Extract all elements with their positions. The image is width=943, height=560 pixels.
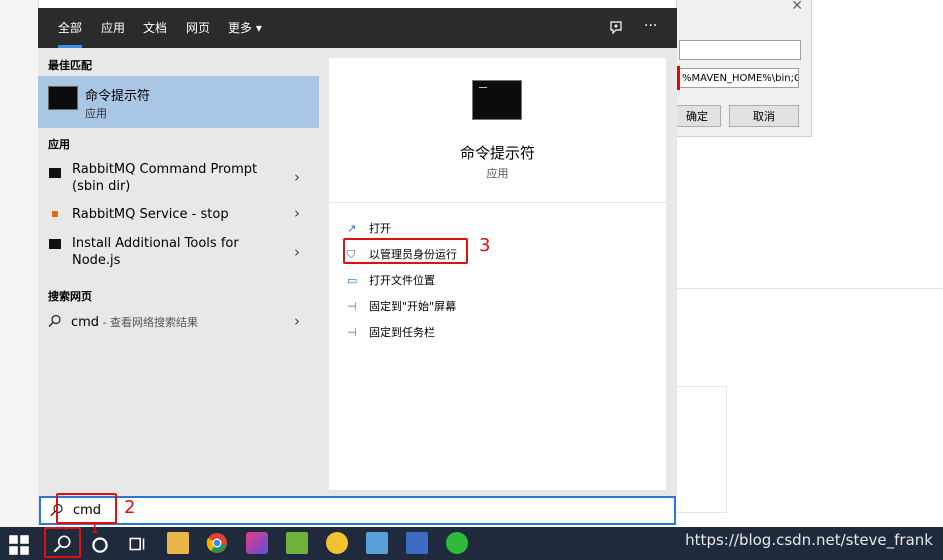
- watermark-text: https://blog.csdn.net/steve_frank: [685, 531, 933, 549]
- console-app-icon: [49, 239, 61, 249]
- more-options-icon[interactable]: ···: [644, 18, 657, 34]
- preview-subtitle: 应用: [486, 167, 509, 180]
- background-card: [676, 386, 727, 513]
- pin-icon: ⊣: [347, 300, 357, 313]
- action-open-file-location[interactable]: ▭ 打开文件位置: [347, 272, 435, 288]
- chevron-down-icon: ▾: [255, 21, 262, 35]
- dialog-close-icon[interactable]: ✕: [791, 0, 803, 14]
- preview-pane: 命令提示符 应用 ↗ 打开 ⛉ 以管理员身份运行 ▭ 打开文件位置 ⊣ 固定到"开始"屏…: [329, 58, 666, 492]
- annotation-number-3: 3: [479, 235, 491, 256]
- notepad-icon[interactable]: [286, 532, 308, 554]
- chevron-right-icon[interactable]: ›: [294, 312, 300, 330]
- preview-title: 命令提示符: [459, 144, 535, 162]
- tab-more-label: 更多: [228, 21, 253, 35]
- list-item[interactable]: RabbitMQ Command Prompt (sbin dir) ›: [38, 160, 319, 200]
- cmd-app-icon: [48, 86, 78, 110]
- var-value-field[interactable]: %MAVEN_HOME%\bin;C:\: [679, 68, 799, 88]
- control-panel-icon[interactable]: [366, 532, 388, 554]
- annotation-mark: [677, 66, 680, 90]
- web-search-hint: - 查看网络搜索结果: [99, 316, 199, 329]
- list-item[interactable]: Install Additional Tools for Node.js ›: [38, 235, 319, 275]
- env-var-dialog: ✕ %MAVEN_HOME%\bin;C:\ 确定 取消: [673, 0, 812, 137]
- console-app-icon: [49, 168, 61, 178]
- best-match-title: 命令提示符: [85, 89, 151, 104]
- best-match-item[interactable]: 命令提示符 应用: [38, 76, 319, 128]
- apps-header: 应用: [48, 138, 70, 151]
- wechat-icon[interactable]: [446, 532, 468, 554]
- chrome-icon[interactable]: [206, 532, 228, 554]
- web-search-term: cmd: [71, 315, 100, 330]
- feedback-icon[interactable]: [608, 20, 624, 36]
- taskbar: 1 https://blog.csdn.net/steve_frank: [0, 521, 943, 560]
- action-pin-to-taskbar[interactable]: ⊣ 固定到任务栏: [347, 324, 435, 340]
- action-label: 固定到任务栏: [369, 326, 435, 339]
- action-label: 打开: [369, 222, 391, 235]
- results-list: 最佳匹配 命令提示符 应用 应用 RabbitMQ Command Prompt…: [38, 48, 319, 496]
- chevron-right-icon[interactable]: ›: [294, 243, 300, 261]
- action-pin-to-start[interactable]: ⊣ 固定到"开始"屏幕: [347, 298, 456, 314]
- app-name-line2: (sbin dir): [72, 179, 131, 194]
- tab-apps[interactable]: 应用: [101, 8, 125, 48]
- action-open[interactable]: ↗ 打开: [347, 220, 391, 236]
- chevron-right-icon[interactable]: ›: [294, 168, 300, 186]
- filter-tab-bar: 全部 应用 文档 网页 更多 ▾ ···: [38, 8, 677, 48]
- task-view-icon[interactable]: [127, 533, 149, 555]
- app-name-line2: Node.js: [72, 253, 121, 268]
- action-label: 固定到"开始"屏幕: [369, 300, 457, 313]
- web-search-item[interactable]: cmd - 查看网络搜索结果 ›: [38, 311, 319, 333]
- web-search-header: 搜索网页: [48, 290, 92, 303]
- file-explorer-icon[interactable]: [167, 532, 189, 554]
- tab-web[interactable]: 网页: [186, 8, 210, 48]
- cmd-large-icon: [472, 80, 522, 120]
- cortana-icon[interactable]: [89, 533, 111, 555]
- open-icon: ↗: [347, 222, 357, 235]
- action-label: 打开文件位置: [369, 274, 435, 287]
- preview-divider: [329, 202, 666, 203]
- rabbitmq-icon: [52, 211, 58, 217]
- background-window-left: [0, 0, 39, 527]
- list-item[interactable]: RabbitMQ Service - stop ›: [38, 204, 319, 228]
- best-match-header: 最佳匹配: [48, 59, 92, 72]
- dialog-cancel-button[interactable]: 取消: [729, 105, 799, 127]
- dialog-ok-button[interactable]: 确定: [673, 105, 721, 127]
- taskbar-search-icon[interactable]: [51, 533, 73, 555]
- remote-desktop-icon[interactable]: [406, 532, 428, 554]
- search-icon: [48, 314, 61, 327]
- pin-icon: ⊣: [347, 326, 357, 339]
- intellij-idea-icon[interactable]: [246, 532, 268, 554]
- annotation-number-2: 2: [124, 497, 136, 518]
- tab-all[interactable]: 全部: [58, 8, 83, 48]
- chevron-right-icon[interactable]: ›: [294, 204, 300, 222]
- app-icon[interactable]: [326, 532, 348, 554]
- tab-more[interactable]: 更多 ▾: [228, 8, 262, 48]
- best-match-subtitle: 应用: [85, 107, 107, 120]
- app-name: RabbitMQ Command Prompt: [72, 162, 258, 177]
- folder-icon: ▭: [347, 274, 358, 287]
- preview-bottom-bar: [329, 490, 666, 492]
- app-name: RabbitMQ Service - stop: [72, 207, 229, 222]
- annotation-box-3: [343, 238, 468, 264]
- tab-documents[interactable]: 文档: [143, 8, 167, 48]
- annotation-box-2: [56, 493, 117, 524]
- windows-start-icon[interactable]: [8, 534, 30, 556]
- var-name-field[interactable]: [679, 40, 801, 60]
- background-divider: [676, 288, 943, 289]
- app-name: Install Additional Tools for: [72, 236, 239, 251]
